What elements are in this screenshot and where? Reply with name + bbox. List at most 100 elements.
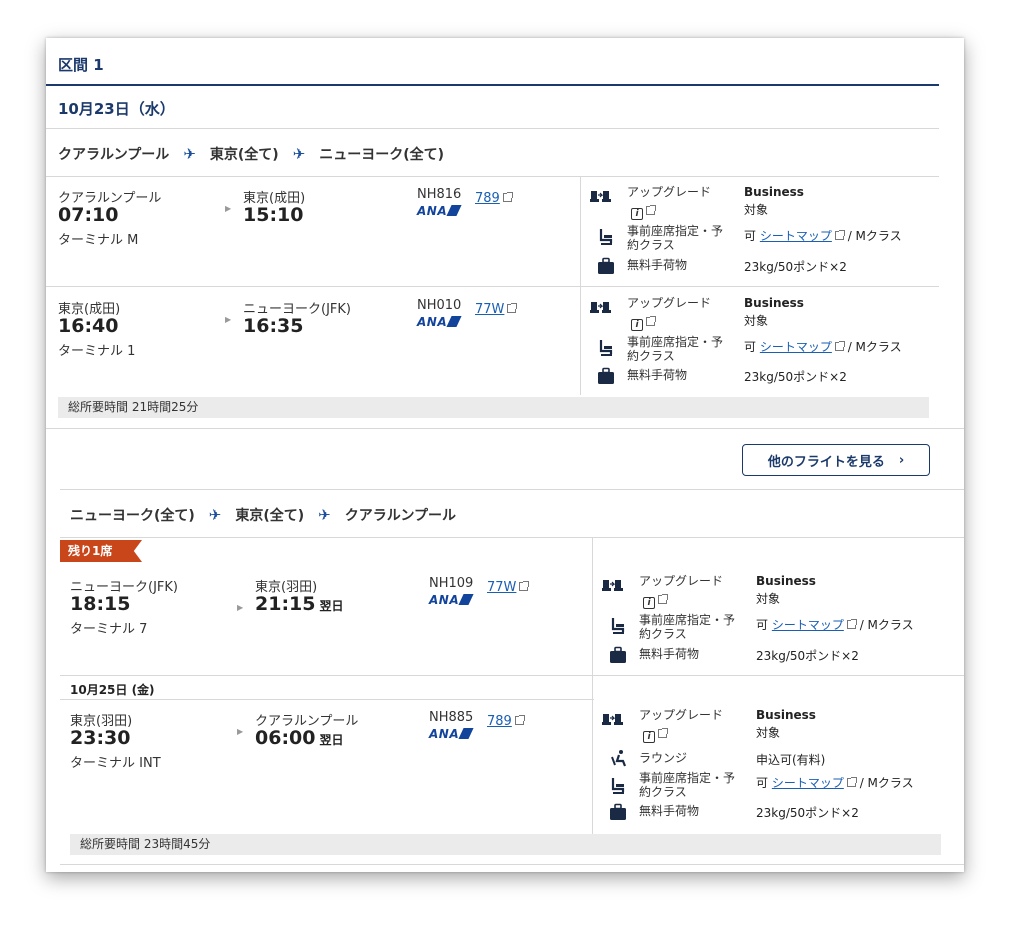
more-flights-button[interactable]: 他のフライトを見る › (742, 444, 930, 476)
seat-label: 事前座席指定・予 約クラス (639, 771, 736, 799)
aircraft-type[interactable]: 789 (475, 191, 500, 206)
baggage-icon (607, 646, 629, 664)
flight-number: NH010 (417, 298, 462, 313)
divider (60, 675, 964, 676)
arrow-right-icon: ▶ (237, 603, 244, 612)
divider (46, 128, 939, 129)
departure-terminal: ターミナル INT (70, 756, 161, 771)
external-link-icon (646, 205, 656, 215)
baggage-label: 無料手荷物 (639, 647, 700, 661)
total-duration-1: 総所要時間 21時間25分 (58, 397, 929, 418)
aircraft-link[interactable]: 77W (487, 576, 530, 595)
seats-upgrade-icon (590, 188, 612, 206)
upgrade-info[interactable]: i (631, 311, 656, 331)
aircraft-link[interactable]: 77W (475, 298, 518, 317)
departure-time: 23:30 (70, 727, 131, 749)
ana-logo: ANA (417, 315, 462, 329)
divider (60, 864, 964, 865)
baggage-value: 23kg/50ポンド×2 (744, 370, 847, 384)
seats-upgrade-icon (602, 577, 624, 595)
arrow-right-icon: ▶ (237, 727, 244, 736)
upgrade-info[interactable]: i (643, 589, 668, 609)
external-link-icon (846, 777, 857, 787)
ana-logo: ANA (429, 593, 474, 607)
baggage-icon (595, 257, 617, 275)
upgrade-value: Business (756, 708, 816, 722)
column-divider (580, 176, 581, 286)
upgrade-label: アップグレード (627, 296, 712, 310)
info-icon[interactable]: i (643, 597, 655, 609)
aircraft-type[interactable]: 77W (475, 302, 504, 317)
next-day-label: 翌日 (319, 599, 344, 613)
seat-label: 事前座席指定・予 約クラス (627, 335, 724, 363)
info-icon[interactable]: i (643, 731, 655, 743)
seat-value: 可 シートマップ / Mクラス (744, 340, 902, 354)
divider (60, 489, 964, 490)
flight-number: NH885 (429, 710, 474, 725)
flight-number: NH109 (429, 576, 474, 591)
external-link-icon (519, 581, 530, 591)
aircraft-type[interactable]: 77W (487, 580, 516, 595)
upgrade-eligibility: 対象 (756, 726, 781, 740)
external-link-icon (658, 728, 668, 738)
external-link-icon (514, 715, 525, 725)
seatmap-link[interactable]: シートマップ (760, 340, 832, 354)
info-icon[interactable]: i (631, 208, 643, 220)
seats-remaining-badge: 残り1席 (60, 540, 142, 562)
baggage-value: 23kg/50ポンド×2 (756, 806, 859, 820)
upgrade-value: Business (744, 185, 804, 199)
external-link-icon (834, 230, 845, 240)
connection-date: 10月25日 (金) (70, 683, 155, 697)
seatmap-link[interactable]: シートマップ (760, 229, 832, 243)
divider (46, 428, 964, 429)
chevron-right-icon: › (898, 452, 905, 468)
aircraft-link[interactable]: 789 (475, 187, 513, 206)
seatmap-link[interactable]: シートマップ (772, 618, 844, 632)
ana-logo: ANA (417, 204, 462, 218)
ana-logo: ANA (429, 727, 474, 741)
seat-value: 可 シートマップ / Mクラス (756, 618, 914, 632)
airplane-icon: ✈ (292, 145, 306, 163)
seat-icon (607, 617, 629, 635)
departure-time: 07:10 (58, 204, 119, 226)
baggage-label: 無料手荷物 (627, 258, 688, 272)
flight-segment-2: 東京(成田) 16:40 ターミナル 1 ▶ ニューヨーク(JFK) 16:35… (46, 287, 939, 395)
upgrade-value: Business (744, 296, 804, 310)
arrival-time: 16:35 (243, 315, 304, 337)
external-link-icon (646, 316, 656, 326)
baggage-label: 無料手荷物 (627, 368, 688, 382)
upgrade-eligibility: 対象 (744, 203, 769, 217)
arrival-time: 15:10 (243, 204, 304, 226)
flight-number: NH816 (417, 187, 462, 202)
info-icon[interactable]: i (631, 319, 643, 331)
route-destination: ニューヨーク(全て) (319, 147, 445, 163)
aircraft-link[interactable]: 789 (487, 710, 525, 729)
arrival-time: 21:15 翌日 (255, 593, 344, 615)
baggage-value: 23kg/50ポンド×2 (744, 260, 847, 274)
arrival-time: 06:00 翌日 (255, 727, 344, 749)
lounge-icon (607, 749, 629, 767)
route-via: 東京(全て) (209, 147, 279, 163)
itinerary-card: 区間 1 10月23日（水） クアラルンプール ✈ 東京(全て) ✈ ニューヨー… (46, 38, 964, 872)
aircraft-type[interactable]: 789 (487, 714, 512, 729)
departure-date: 10月23日（水） (58, 100, 175, 118)
arrow-right-icon: ▶ (225, 315, 232, 324)
seat-label: 事前座席指定・予 約クラス (639, 613, 736, 641)
departure-terminal: ターミナル M (58, 233, 139, 248)
seatmap-link[interactable]: シートマップ (772, 776, 844, 790)
route-summary-2: ニューヨーク(全て) ✈ 東京(全て) ✈ クアラルンプール (70, 505, 456, 525)
upgrade-info[interactable]: i (631, 200, 656, 220)
external-link-icon (502, 192, 513, 202)
upgrade-info[interactable]: i (643, 723, 668, 743)
seat-icon (595, 228, 617, 246)
seats-upgrade-icon (602, 711, 624, 729)
departure-terminal: ターミナル 7 (70, 622, 148, 637)
baggage-icon (607, 803, 629, 821)
external-link-icon (834, 341, 845, 351)
seat-value: 可 シートマップ / Mクラス (756, 776, 914, 790)
airplane-icon: ✈ (183, 145, 196, 163)
baggage-value: 23kg/50ポンド×2 (756, 649, 859, 663)
section-title: 区間 1 (58, 56, 104, 74)
departure-time: 18:15 (70, 593, 131, 615)
upgrade-value: Business (756, 574, 816, 588)
